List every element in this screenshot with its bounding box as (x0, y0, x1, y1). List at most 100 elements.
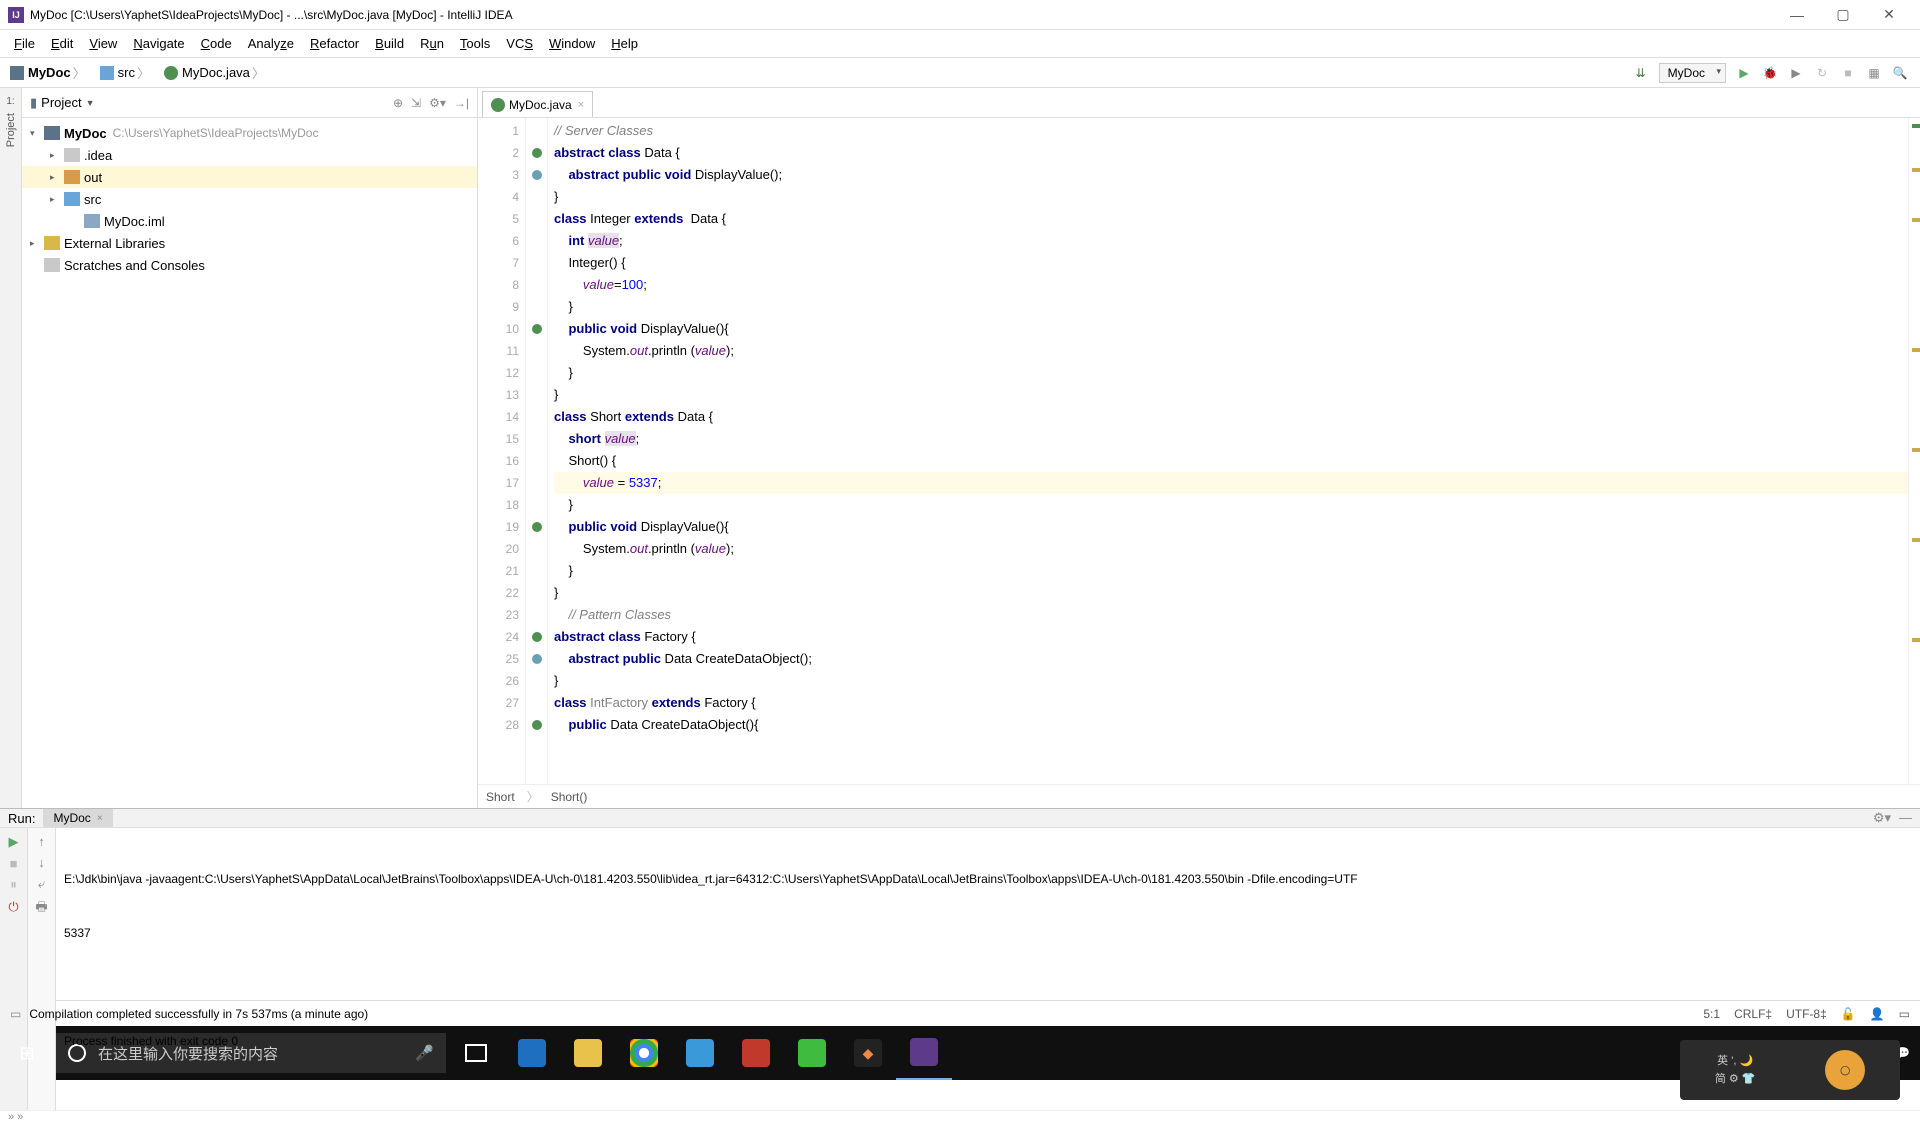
run-header: Run: MyDoc× ⚙▾ — (0, 809, 1920, 828)
collapse-icon[interactable]: ⇲ (411, 96, 421, 110)
wechat-icon[interactable] (784, 1026, 840, 1080)
crumb-method[interactable]: Short() (551, 790, 588, 804)
run-tab[interactable]: MyDoc× (43, 809, 112, 827)
gear-icon[interactable]: ⚙▾ (1873, 810, 1891, 826)
structure-icon[interactable]: ▦ (1866, 65, 1882, 81)
task-view-icon[interactable] (448, 1026, 504, 1080)
folder-icon (64, 170, 80, 184)
minimize-button[interactable]: — (1774, 0, 1820, 30)
app-icon-3[interactable]: ◆ (840, 1026, 896, 1080)
build-icon[interactable]: ⇊ (1633, 65, 1649, 81)
debug-button[interactable]: 🐞 (1762, 65, 1778, 81)
project-title: Project (41, 95, 81, 110)
window-title: MyDoc [C:\Users\YaphetS\IdeaProjects\MyD… (30, 8, 513, 22)
tree-root[interactable]: ▾ MyDoc C:\Users\YaphetS\IdeaProjects\My… (22, 122, 477, 144)
menu-vcs[interactable]: VCS (498, 36, 541, 51)
locate-icon[interactable]: ⊕ (393, 96, 403, 110)
project-tool-tab[interactable]: 1: (6, 96, 14, 107)
wrap-icon[interactable]: ⤶ (38, 876, 45, 892)
menu-bar: File Edit View Navigate Code Analyze Ref… (0, 30, 1920, 58)
nav-toolbar: MyDoc 〉 src 〉 MyDoc.java 〉 ⇊ MyDoc ▶ 🐞 ▶… (0, 58, 1920, 88)
line-numbers: 1234567891011121314151617181920212223242… (478, 118, 526, 784)
menu-run[interactable]: Run (412, 36, 452, 51)
tree-scratches[interactable]: Scratches and Consoles (22, 254, 477, 276)
project-panel: ▮ Project ▼ ⊕ ⇲ ⚙▾ →| ▾ MyDoc C:\Users\Y… (22, 88, 478, 808)
pause-button[interactable]: ⏸ (10, 877, 17, 893)
coverage-button[interactable]: ▶ (1788, 65, 1804, 81)
close-icon[interactable]: × (97, 813, 103, 824)
project-header: ▮ Project ▼ ⊕ ⇲ ⚙▾ →| (22, 88, 477, 118)
chrome-icon[interactable] (616, 1026, 672, 1080)
menu-tools[interactable]: Tools (452, 36, 498, 51)
menu-help[interactable]: Help (603, 36, 646, 51)
run-exit-line: Process finished with exit code 0 (64, 1032, 1912, 1050)
menu-code[interactable]: Code (193, 36, 240, 51)
class-icon (164, 66, 178, 80)
chevron-down-icon[interactable]: ▼ (86, 98, 95, 108)
close-button[interactable]: ✕ (1866, 0, 1912, 30)
project-tree[interactable]: ▾ MyDoc C:\Users\YaphetS\IdeaProjects\My… (22, 118, 477, 808)
project-tool-label[interactable]: Project (5, 113, 17, 147)
tab-label: MyDoc.java (509, 98, 572, 112)
menu-file[interactable]: File (6, 36, 43, 51)
down-icon[interactable]: ↓ (38, 855, 45, 870)
maximize-button[interactable]: ▢ (1820, 0, 1866, 30)
menu-navigate[interactable]: Navigate (125, 36, 192, 51)
exit-button[interactable]: ⏻ (8, 899, 18, 915)
menu-edit[interactable]: Edit (43, 36, 81, 51)
gear-icon[interactable]: ⚙▾ (429, 96, 446, 110)
breadcrumb-root-label: MyDoc (28, 65, 71, 80)
run-output[interactable]: E:\Jdk\bin\java -javaagent:C:\Users\Yaph… (56, 828, 1920, 1110)
menu-view[interactable]: View (81, 36, 125, 51)
menu-analyze[interactable]: Analyze (240, 36, 302, 51)
explorer-icon[interactable] (560, 1026, 616, 1080)
intellij-icon[interactable] (896, 1026, 952, 1080)
left-gutter: 1: Project (0, 88, 22, 808)
file-icon (84, 214, 100, 228)
stop-button[interactable]: ■ (1840, 65, 1856, 81)
print-icon[interactable]: 🖶 (35, 898, 47, 920)
folder-icon (64, 192, 80, 206)
status-icon[interactable]: ▭ (10, 1007, 21, 1021)
editor-tabs: MyDoc.java × (478, 88, 1920, 118)
search-icon[interactable]: 🔍 (1892, 65, 1908, 81)
start-button[interactable]: ⊞ (0, 1026, 54, 1080)
run-cmd-line: E:\Jdk\bin\java -javaagent:C:\Users\Yaph… (64, 870, 1912, 888)
stop-button[interactable]: ■ (10, 856, 18, 871)
breadcrumb-file-label: MyDoc.java (182, 65, 250, 80)
tree-iml[interactable]: MyDoc.iml (22, 210, 477, 232)
tree-out[interactable]: ▸ out (22, 166, 477, 188)
app-icon-1[interactable] (672, 1026, 728, 1080)
tree-idea[interactable]: ▸ .idea (22, 144, 477, 166)
rerun-button[interactable]: ▶ (9, 834, 19, 850)
breadcrumb-src[interactable]: src 〉 (94, 58, 158, 88)
gutter-marks (526, 118, 548, 784)
app-icon-2[interactable] (728, 1026, 784, 1080)
tree-extlib[interactable]: ▸ External Libraries (22, 232, 477, 254)
menu-window[interactable]: Window (541, 36, 603, 51)
breadcrumb-file[interactable]: MyDoc.java 〉 (158, 58, 273, 88)
library-icon (44, 236, 60, 250)
editor-tab[interactable]: MyDoc.java × (482, 91, 593, 117)
tree-src[interactable]: ▸ src (22, 188, 477, 210)
menu-refactor[interactable]: Refactor (302, 36, 367, 51)
profile-button[interactable]: ↻ (1814, 65, 1830, 81)
editor-area: MyDoc.java × 123456789101112131415161718… (478, 88, 1920, 808)
run-button[interactable]: ▶ (1736, 65, 1752, 81)
breadcrumb-root[interactable]: MyDoc 〉 (4, 58, 94, 88)
code-editor[interactable]: // Server Classesabstract class Data { a… (548, 118, 1908, 784)
ime-overlay[interactable]: 英 ', 🌙简 ⚙ 👕 ◯ (1680, 1040, 1900, 1100)
run-config-selector[interactable]: MyDoc (1659, 63, 1726, 83)
folder-icon: ▮ (30, 95, 37, 111)
run-stdout: 5337 (64, 924, 1912, 942)
app-icon: IJ (8, 7, 24, 23)
crumb-class[interactable]: Short (486, 790, 515, 804)
close-tab-icon[interactable]: × (578, 99, 584, 111)
hide-icon[interactable]: →| (454, 96, 469, 110)
editor-breadcrumb[interactable]: Short 〉 Short() (478, 784, 1920, 808)
menu-build[interactable]: Build (367, 36, 412, 51)
hide-icon[interactable]: — (1899, 810, 1912, 826)
edge-icon[interactable] (504, 1026, 560, 1080)
marker-strip[interactable] (1908, 118, 1920, 784)
up-icon[interactable]: ↑ (38, 834, 45, 849)
